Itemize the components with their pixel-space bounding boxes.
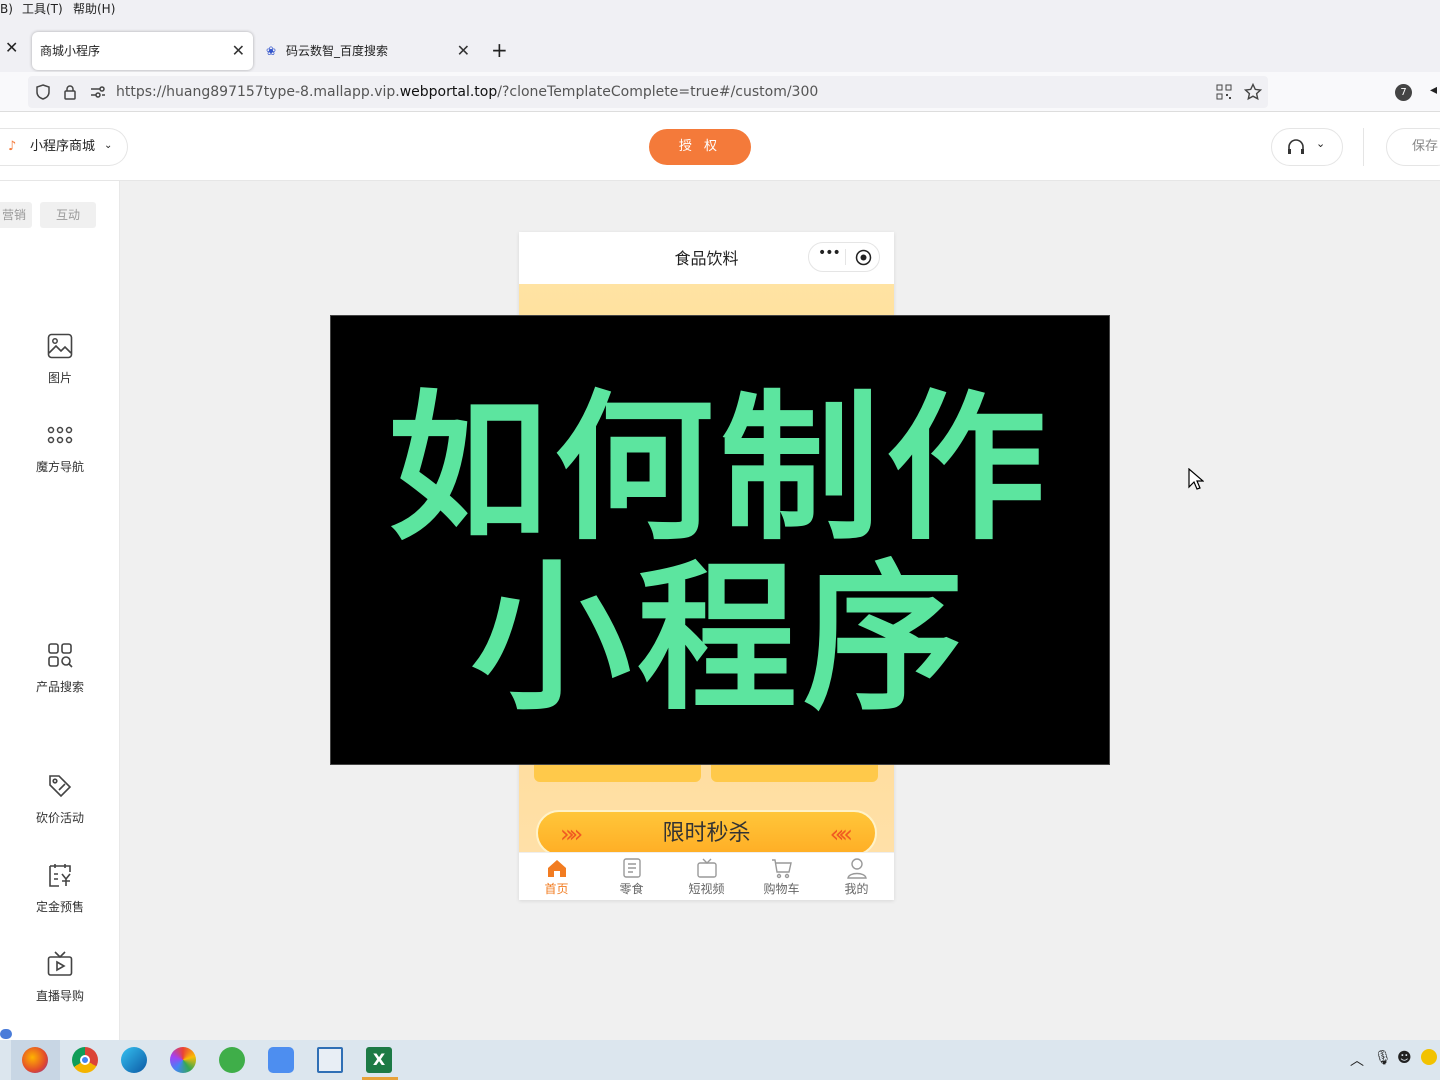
- flash-sale-label: 限时秒杀: [662, 821, 751, 846]
- save-button[interactable]: 保存: [1386, 128, 1440, 166]
- sidebar-item-image[interactable]: 图片: [0, 333, 120, 386]
- sidebar-item-label: 直播导购: [35, 989, 84, 1003]
- nav-mine[interactable]: 我的: [819, 857, 894, 897]
- tab-label: 码云数智_百度搜索: [286, 44, 389, 58]
- store-selector[interactable]: ♪ 小程序商城 ⌄: [0, 128, 128, 166]
- tray-app-icon[interactable]: [1421, 1049, 1437, 1065]
- sidebar-item-label: 图片: [47, 371, 72, 385]
- permissions-icon[interactable]: [90, 85, 106, 99]
- nav-snack[interactable]: 零食: [594, 857, 669, 897]
- tab-label: 商城小程序: [40, 44, 101, 58]
- taskbar: X ︿ 🎙 ☻: [0, 1040, 1440, 1080]
- sidebar-item-label: 魔方导航: [35, 460, 84, 474]
- grid-dots-icon: [47, 426, 73, 444]
- tab-interaction[interactable]: 互动: [40, 202, 96, 228]
- nav-cart[interactable]: 购物车: [744, 857, 819, 897]
- address-bar[interactable]: https://huang897157type-8.mallapp.vip.we…: [28, 76, 1268, 108]
- chevron-down-icon: ⌄: [1316, 137, 1326, 150]
- browser-icon[interactable]: [170, 1047, 196, 1073]
- nav-label: 购物车: [763, 882, 800, 896]
- more-dots-icon[interactable]: •••: [818, 245, 841, 261]
- tab-mall-miniprogram[interactable]: 商城小程序 ✕: [32, 32, 253, 70]
- edge-icon[interactable]: [121, 1047, 147, 1073]
- new-tab-button[interactable]: +: [491, 38, 508, 62]
- sidebar-item-live-shopping[interactable]: 直播导购: [0, 951, 120, 1004]
- nav-label: 我的: [844, 882, 869, 896]
- product-search-icon: [48, 643, 73, 668]
- menu-help[interactable]: 帮助(H): [73, 0, 115, 18]
- qq-icon[interactable]: ☻: [1397, 1050, 1412, 1066]
- live-tv-icon: [47, 951, 73, 976]
- baidu-paw-icon: ❀: [266, 44, 277, 58]
- nav-label: 短视频: [688, 882, 725, 896]
- menu-partial[interactable]: B): [0, 0, 13, 18]
- chevrons-left-icon: ««: [829, 820, 854, 848]
- sidebar-item-bargain[interactable]: 砍价活动: [0, 773, 120, 826]
- extension-badge[interactable]: 7: [1395, 84, 1412, 101]
- flash-sale-banner[interactable]: »» 限时秒杀 ««: [536, 810, 877, 856]
- mouse-cursor-icon: [1188, 468, 1204, 490]
- headset-icon: [1288, 139, 1304, 154]
- wps-badge-icon: [0, 1029, 12, 1039]
- shield-icon[interactable]: [35, 84, 51, 100]
- authorize-button[interactable]: 授 权: [649, 129, 751, 165]
- url-text[interactable]: https://huang897157type-8.mallapp.vip.we…: [116, 76, 818, 108]
- customer-service-dropdown[interactable]: ⌄: [1271, 128, 1343, 166]
- tray-chevron-up-icon[interactable]: ︿: [1350, 1050, 1364, 1070]
- nav-home[interactable]: 首页: [519, 857, 594, 897]
- menu-tools[interactable]: 工具(T): [22, 0, 63, 18]
- editor-topbar: ♪ 小程序商城 ⌄ 授 权 ⌄ 保存: [0, 112, 1440, 181]
- nav-label: 零食: [619, 882, 644, 896]
- sidebar-item-label: 产品搜索: [35, 680, 84, 694]
- lock-icon[interactable]: [63, 84, 77, 100]
- ie-green-icon[interactable]: [219, 1047, 245, 1073]
- overlay-title-line-1: 如何制作: [387, 375, 1052, 562]
- microphone-icon[interactable]: 🎙: [1374, 1050, 1392, 1066]
- component-sidebar: 营销 互动 图片 魔方导航 产品搜索 砍价活动 定金预售 直播导购: [0, 181, 120, 1040]
- navigation-bar: https://huang897157type-8.mallapp.vip.we…: [0, 72, 1440, 112]
- tab-marketing[interactable]: 营销: [0, 202, 32, 228]
- nav-label: 首页: [544, 882, 569, 896]
- title-overlay: 如何制作 小程序: [330, 315, 1110, 765]
- nav-short-video[interactable]: 短视频: [669, 857, 744, 897]
- cart-icon: [771, 859, 792, 879]
- menu-bar: B) 工具(T) 帮助(H): [0, 0, 1440, 18]
- store-selector-label: 小程序商城: [30, 139, 96, 154]
- target-close-icon[interactable]: [855, 249, 872, 266]
- miniprogram-logo-icon: ♪: [8, 139, 17, 154]
- window-app-icon[interactable]: [317, 1047, 343, 1073]
- chevron-down-icon: ⌄: [104, 140, 113, 151]
- video-icon: [696, 858, 717, 878]
- firefox-icon[interactable]: [22, 1047, 48, 1073]
- arrow-left-icon[interactable]: ◂: [1430, 82, 1437, 98]
- divider: [1363, 128, 1364, 166]
- close-tab-icon[interactable]: ✕: [232, 32, 245, 70]
- sidebar-item-magic-nav[interactable]: 魔方导航: [0, 422, 120, 475]
- notes-app-icon[interactable]: [268, 1047, 294, 1073]
- snack-icon: [622, 858, 641, 878]
- overlay-title-line-2: 小程序: [470, 545, 969, 732]
- home-icon: [547, 860, 566, 877]
- bottom-tab-bar: 首页 零食 短视频 购物车 我的: [519, 852, 894, 900]
- capsule-menu[interactable]: •••: [808, 242, 880, 272]
- sidebar-item-label: 定金预售: [35, 900, 84, 914]
- page-title: 食品饮料: [674, 249, 739, 268]
- star-bookmark-icon[interactable]: [1244, 83, 1262, 101]
- chevrons-right-icon: »»: [560, 820, 584, 848]
- chrome-icon[interactable]: [72, 1047, 98, 1073]
- tab-baidu-search[interactable]: ❀ 码云数智_百度搜索 ✕: [262, 32, 478, 70]
- user-icon: [846, 858, 867, 879]
- presale-icon: [49, 864, 71, 887]
- sidebar-item-presale[interactable]: 定金预售: [0, 862, 120, 915]
- tab-bar: ✕ 商城小程序 ✕ ❀ 码云数智_百度搜索 ✕ +: [0, 18, 1440, 72]
- bargain-tag-icon: [49, 775, 72, 798]
- close-tab-icon[interactable]: ✕: [457, 32, 470, 70]
- image-icon: [47, 333, 73, 359]
- sidebar-item-label: 砍价活动: [35, 811, 84, 825]
- close-icon[interactable]: ✕: [5, 38, 18, 57]
- excel-icon[interactable]: X: [366, 1047, 392, 1073]
- sidebar-item-product-search[interactable]: 产品搜索: [0, 642, 120, 695]
- qr-code-icon[interactable]: [1216, 84, 1232, 100]
